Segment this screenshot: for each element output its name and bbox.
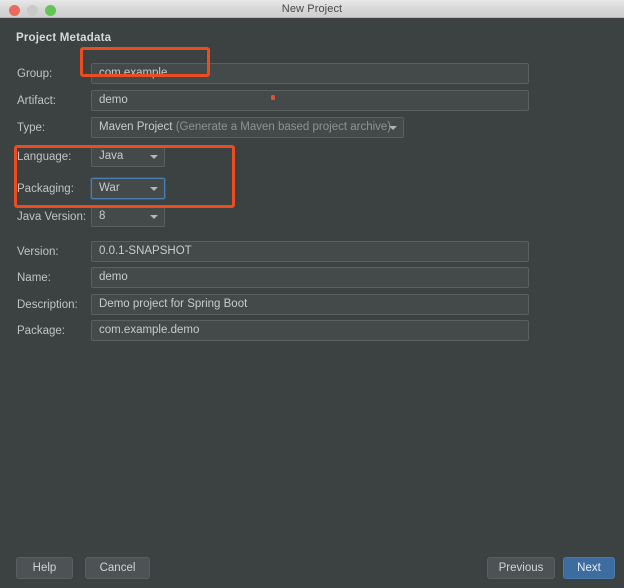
page-title: Project Metadata	[16, 32, 112, 44]
form-row-group: Group: com.example	[0, 63, 624, 85]
new-project-dialog: New Project Project Metadata Group: com.…	[0, 0, 624, 588]
language-dropdown[interactable]: Java	[91, 146, 165, 167]
form-row-name: Name: demo	[0, 267, 624, 289]
description-input[interactable]: Demo project for Spring Boot	[91, 294, 529, 315]
label-group: Group:	[17, 68, 53, 80]
label-language: Language:	[17, 151, 72, 163]
form-row-packaging: Packaging: War	[0, 178, 624, 200]
window-titlebar: New Project	[0, 0, 624, 18]
group-input[interactable]: com.example	[91, 63, 529, 84]
version-input[interactable]: 0.0.1-SNAPSHOT	[91, 241, 529, 262]
artifact-input[interactable]: demo	[91, 90, 529, 111]
chevron-down-icon	[150, 154, 158, 159]
form-row-version: Version: 0.0.1-SNAPSHOT	[0, 241, 624, 263]
dialog-content: Project Metadata Group: com.example Arti…	[0, 18, 624, 588]
name-input[interactable]: demo	[91, 267, 529, 288]
type-hint: (Generate a Maven based project archive)	[175, 121, 392, 133]
chevron-down-icon	[389, 125, 397, 130]
label-version: Version:	[17, 246, 59, 258]
java-version-dropdown[interactable]: 8	[91, 206, 165, 227]
packaging-value: War	[99, 182, 120, 194]
form-row-language: Language: Java	[0, 146, 624, 168]
chevron-down-icon	[150, 186, 158, 191]
label-name: Name:	[17, 272, 51, 284]
label-packaging: Packaging:	[17, 183, 74, 195]
label-description: Description:	[17, 299, 78, 311]
next-button[interactable]: Next	[563, 557, 615, 579]
cancel-button[interactable]: Cancel	[85, 557, 150, 579]
packaging-dropdown[interactable]: War	[91, 178, 165, 199]
window-title: New Project	[281, 3, 343, 15]
language-value: Java	[99, 150, 124, 162]
package-input[interactable]: com.example.demo	[91, 320, 529, 341]
form-row-java-version: Java Version: 8	[0, 206, 624, 228]
form-row-description: Description: Demo project for Spring Boo…	[0, 294, 624, 316]
previous-button[interactable]: Previous	[487, 557, 555, 579]
help-button[interactable]: Help	[16, 557, 73, 579]
label-package: Package:	[17, 325, 65, 337]
label-java-version: Java Version:	[17, 211, 87, 223]
label-type: Type:	[17, 122, 46, 134]
form-row-type: Type: Maven Project (Generate a Maven ba…	[0, 117, 624, 139]
java-version-value: 8	[99, 210, 106, 222]
label-artifact: Artifact:	[17, 95, 56, 107]
type-value: Maven Project	[99, 121, 173, 133]
form-row-package: Package: com.example.demo	[0, 320, 624, 342]
type-dropdown[interactable]: Maven Project (Generate a Maven based pr…	[91, 117, 404, 138]
chevron-down-icon	[150, 214, 158, 219]
form-row-artifact: Artifact: demo	[0, 90, 624, 112]
